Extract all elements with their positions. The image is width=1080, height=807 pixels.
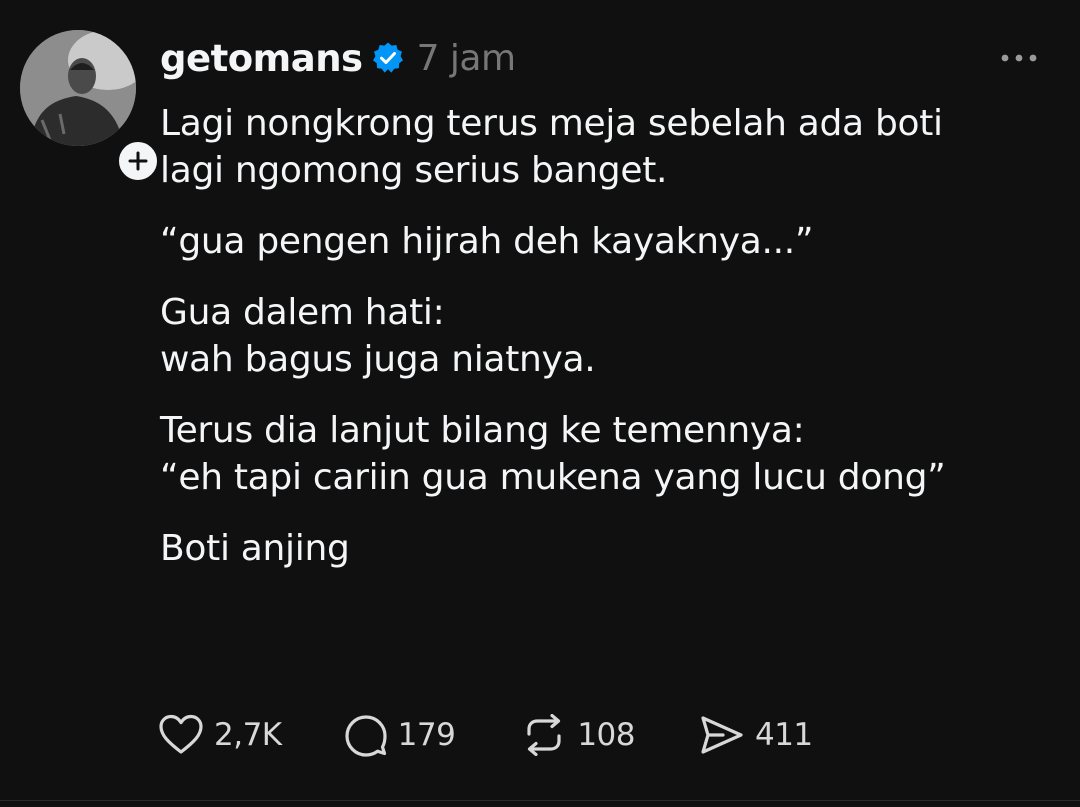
post-paragraph: Boti anjing [160,528,350,569]
post-actions: 2,7K 179 108 411 [158,712,813,758]
verified-badge-icon [371,41,405,75]
post-paragraph: Terus dia lanjut bilang ke temennya: “eh… [160,410,946,498]
more-horizontal-icon [1001,54,1037,62]
avatar-container [20,30,161,184]
heart-icon [159,714,203,754]
share-count: 411 [754,717,813,753]
thread-post: getomans 7 jam Lagi nongkrong terus meja… [0,0,1080,807]
avatar[interactable] [20,30,136,146]
reply-count: 179 [397,717,456,753]
avatar-photo [20,30,136,146]
post-paragraph: Gua dalem hati: wah bagus juga niatnya. [160,292,596,380]
share-button[interactable]: 411 [699,714,813,756]
comment-icon [345,715,387,757]
like-count: 2,7K [214,717,282,753]
plus-icon [128,151,148,171]
username[interactable]: getomans [160,37,363,80]
post-body: Lagi nongkrong terus meja sebelah ada bo… [160,100,1050,596]
post-paragraph: Lagi nongkrong terus meja sebelah ada bo… [160,103,943,191]
reply-button[interactable]: 179 [344,713,456,757]
post-time: 7 jam [416,37,516,79]
repost-button[interactable]: 108 [521,714,635,756]
more-options-button[interactable] [1000,50,1038,64]
send-icon [701,716,743,754]
like-button[interactable]: 2,7K [158,714,282,756]
repost-icon [527,714,561,756]
follow-button[interactable] [115,138,161,184]
repost-count: 108 [577,717,635,753]
post-header: getomans 7 jam [160,30,516,86]
post-divider [0,800,1080,801]
post-paragraph: “gua pengen hijrah deh kayaknya...” [160,221,814,262]
